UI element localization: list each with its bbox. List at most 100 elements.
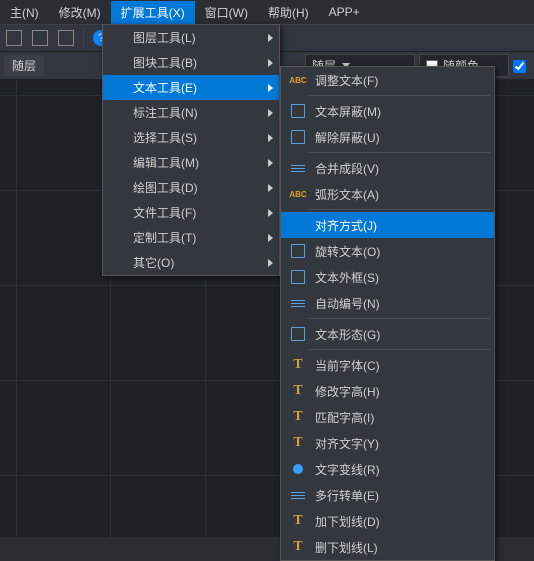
submenu-item-15[interactable]: T 当前字体(C) xyxy=(281,352,494,378)
divider xyxy=(309,95,490,96)
submenu-item-label: 文本屏蔽(M) xyxy=(315,103,381,120)
box-icon xyxy=(289,242,307,260)
menu-app-plus[interactable]: APP+ xyxy=(319,2,370,22)
menu-item-label: 编辑工具(M) xyxy=(133,154,199,171)
menu-item-9[interactable]: 其它(O) xyxy=(103,250,279,275)
submenu-item-8[interactable]: 对齐方式(J) xyxy=(281,212,494,238)
submenu-item-3[interactable]: 解除屏蔽(U) xyxy=(281,124,494,150)
t-icon: T xyxy=(289,512,307,530)
menu-item-8[interactable]: 定制工具(T) xyxy=(103,225,279,250)
t-icon: T xyxy=(289,356,307,374)
t-icon: T xyxy=(289,408,307,426)
menu-item-1[interactable]: 图块工具(B) xyxy=(103,50,279,75)
submenu-item-10[interactable]: 文本外框(S) xyxy=(281,264,494,290)
submenu-item-9[interactable]: 旋转文本(O) xyxy=(281,238,494,264)
chevron-right-icon xyxy=(268,159,273,167)
submenu-item-19[interactable]: 文字变线(R) xyxy=(281,456,494,482)
submenu-item-label: 对齐文字(Y) xyxy=(315,435,379,452)
menu-item-label: 选择工具(S) xyxy=(133,129,197,146)
boxfill-icon xyxy=(289,216,307,234)
chevron-right-icon xyxy=(268,84,273,92)
box-icon xyxy=(289,268,307,286)
tool-button-3[interactable] xyxy=(54,26,78,50)
submenu-item-label: 对齐方式(J) xyxy=(315,217,377,234)
submenu-item-18[interactable]: T 对齐文字(Y) xyxy=(281,430,494,456)
submenu-item-20[interactable]: 多行转单(E) xyxy=(281,482,494,508)
menu-item-label: 文件工具(F) xyxy=(133,204,196,221)
t-icon: T xyxy=(289,434,307,452)
lines-icon xyxy=(289,294,307,312)
submenu-item-16[interactable]: T修改字高(H) xyxy=(281,378,494,404)
submenu-item-label: 文本外框(S) xyxy=(315,269,379,286)
abc-icon: ABC xyxy=(289,71,307,89)
menu-modify[interactable]: 修改(M) xyxy=(49,1,111,24)
chevron-right-icon xyxy=(268,209,273,217)
chevron-right-icon xyxy=(268,34,273,42)
menu-item-label: 文本工具(E) xyxy=(133,79,197,96)
divider xyxy=(309,152,490,153)
chevron-right-icon xyxy=(268,109,273,117)
submenu-item-label: 删下划线(L) xyxy=(315,539,378,556)
submenu-item-11[interactable]: 自动编号(N) xyxy=(281,290,494,316)
layer-chip[interactable]: 随层 xyxy=(4,55,44,76)
submenu-item-label: 旋转文本(O) xyxy=(315,243,380,260)
divider xyxy=(309,318,490,319)
menu-bar: 主(N) 修改(M) 扩展工具(X) 窗口(W) 帮助(H) APP+ xyxy=(0,0,534,24)
submenu-item-label: 解除屏蔽(U) xyxy=(315,129,380,146)
menu-item-label: 绘图工具(D) xyxy=(133,179,198,196)
submenu-item-2[interactable]: 文本屏蔽(M) xyxy=(281,98,494,124)
submenu-item-label: 调整文本(F) xyxy=(315,72,378,89)
menu-item-4[interactable]: 选择工具(S) xyxy=(103,125,279,150)
extended-tools-menu: 图层工具(L) 图块工具(B) 文本工具(E) 标注工具(N) 选择工具(S) 编辑工具(… xyxy=(102,24,280,276)
menu-item-6[interactable]: 绘图工具(D) xyxy=(103,175,279,200)
menu-help[interactable]: 帮助(H) xyxy=(258,1,319,24)
menu-item-label: 标注工具(N) xyxy=(133,104,198,121)
submenu-item-label: 加下划线(D) xyxy=(315,513,380,530)
submenu-item-label: 当前字体(C) xyxy=(315,357,380,374)
submenu-item-0[interactable]: ABC 调整文本(F) xyxy=(281,67,494,93)
menu-item-3[interactable]: 标注工具(N) xyxy=(103,100,279,125)
menu-item-label: 图层工具(L) xyxy=(133,29,196,46)
chevron-right-icon xyxy=(268,134,273,142)
submenu-item-17[interactable]: T 匹配字高(I) xyxy=(281,404,494,430)
menu-main[interactable]: 主(N) xyxy=(0,1,49,24)
t-icon: T xyxy=(289,538,307,556)
submenu-item-label: 合并成段(V) xyxy=(315,160,379,177)
box-icon xyxy=(289,325,307,343)
grid-icon xyxy=(32,30,48,46)
chevron-right-icon xyxy=(268,234,273,242)
submenu-item-21[interactable]: T 加下划线(D) xyxy=(281,508,494,534)
checkbox[interactable] xyxy=(513,58,526,72)
box-icon xyxy=(289,102,307,120)
tool-button-2[interactable] xyxy=(28,26,52,50)
submenu-item-label: 自动编号(N) xyxy=(315,295,380,312)
t-icon: T xyxy=(289,382,307,400)
submenu-item-6[interactable]: ABC 弧形文本(A) xyxy=(281,181,494,207)
menu-window[interactable]: 窗口(W) xyxy=(195,1,258,24)
abc-icon: ABC xyxy=(289,185,307,203)
lines-icon xyxy=(289,486,307,504)
menu-extended-tools[interactable]: 扩展工具(X) xyxy=(111,1,195,24)
separator xyxy=(83,28,84,48)
chevron-right-icon xyxy=(268,259,273,267)
divider xyxy=(309,209,490,210)
submenu-item-13[interactable]: 文本形态(G) xyxy=(281,321,494,347)
menu-item-7[interactable]: 文件工具(F) xyxy=(103,200,279,225)
tool-button-1[interactable] xyxy=(2,26,26,50)
menu-item-label: 定制工具(T) xyxy=(133,229,196,246)
submenu-item-label: 弧形文本(A) xyxy=(315,186,379,203)
chevron-right-icon xyxy=(268,59,273,67)
submenu-item-5[interactable]: 合并成段(V) xyxy=(281,155,494,181)
menu-item-0[interactable]: 图层工具(L) xyxy=(103,25,279,50)
submenu-item-label: 多行转单(E) xyxy=(315,487,379,504)
submenu-item-22[interactable]: T 删下划线(L) xyxy=(281,534,494,560)
lines-icon xyxy=(289,159,307,177)
menu-item-5[interactable]: 编辑工具(M) xyxy=(103,150,279,175)
box-icon xyxy=(289,128,307,146)
divider xyxy=(309,349,490,350)
submenu-item-label: 文本形态(G) xyxy=(315,326,380,343)
submenu-item-label: 匹配字高(I) xyxy=(315,409,374,426)
menu-item-2[interactable]: 文本工具(E) xyxy=(103,75,279,100)
submenu-item-label: 文字变线(R) xyxy=(315,461,380,478)
menu-item-label: 其它(O) xyxy=(133,254,174,271)
